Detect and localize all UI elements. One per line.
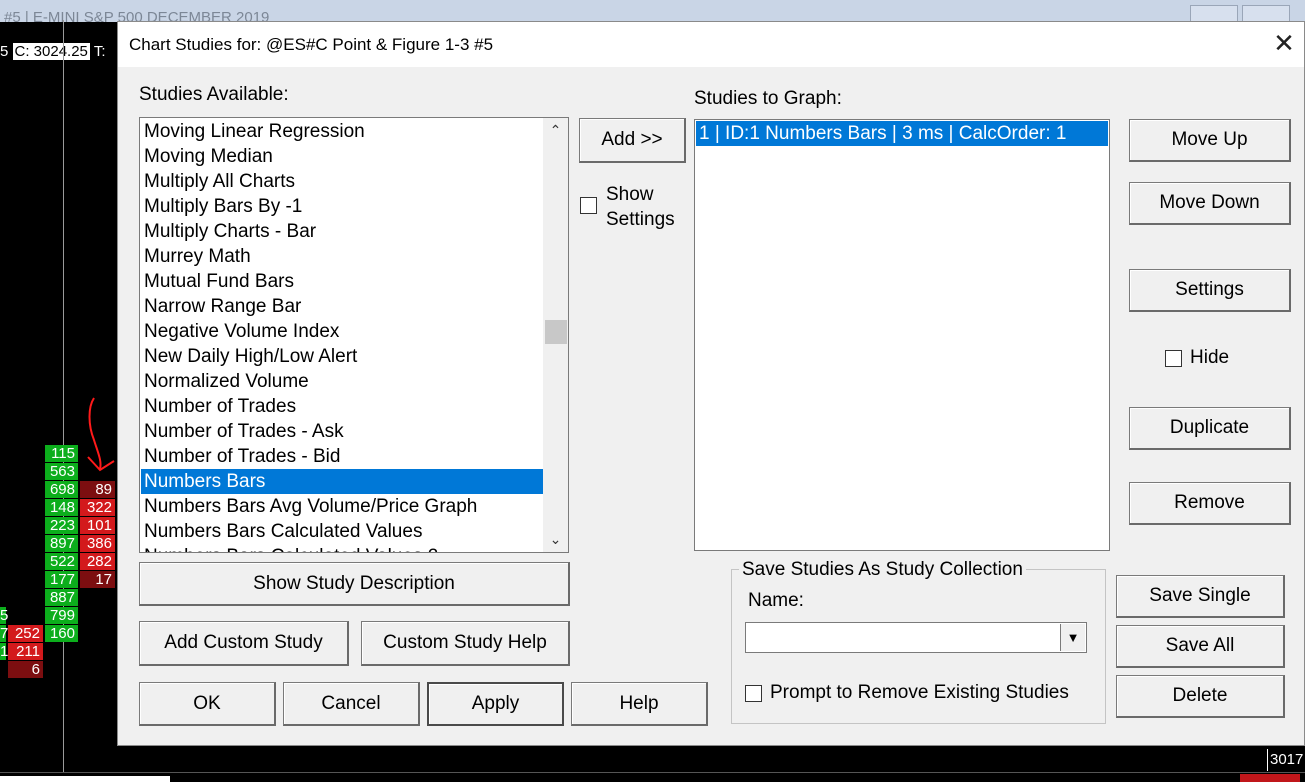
price-axis-label: 3017	[1267, 749, 1305, 771]
studies-to-graph-list[interactable]: 1 | ID:1 Numbers Bars | 3 ms | CalcOrder…	[694, 119, 1110, 551]
numbers-bar-cell: 887	[45, 589, 78, 606]
studies-available-label: Studies Available:	[139, 84, 289, 105]
study-list-item[interactable]: Murrey Math	[141, 244, 544, 269]
numbers-bar-cell: 1	[0, 643, 9, 660]
study-list-item[interactable]: Multiply Charts - Bar	[141, 219, 544, 244]
show-study-description-button[interactable]: Show Study Description	[139, 562, 570, 606]
graph-list-item[interactable]: 1 | ID:1 Numbers Bars | 3 ms | CalcOrder…	[696, 121, 1108, 146]
dialog-titlebar: Chart Studies for: @ES#C Point & Figure …	[118, 22, 1304, 67]
study-list-item[interactable]: Negative Volume Index	[141, 319, 544, 344]
time-axis-marker	[1240, 774, 1300, 782]
numbers-bar-cell: 698	[45, 481, 78, 498]
numbers-bar-cell: 89	[80, 481, 115, 498]
price-readout: 5 C: 3024.25 T:	[0, 43, 106, 61]
save-group-title: Save Studies As Study Collection	[739, 559, 1026, 581]
study-list-item[interactable]: Narrow Range Bar	[141, 294, 544, 319]
settings-button[interactable]: Settings	[1129, 269, 1291, 312]
show-settings-checkbox[interactable]	[580, 197, 597, 214]
save-all-button[interactable]: Save All	[1116, 625, 1285, 668]
close-icon[interactable]: ✕	[1264, 22, 1304, 67]
chevron-down-icon[interactable]: ▼	[1060, 624, 1085, 651]
duplicate-button[interactable]: Duplicate	[1129, 407, 1291, 450]
study-list-item[interactable]: Normalized Volume	[141, 369, 544, 394]
study-list-item[interactable]: Mutual Fund Bars	[141, 269, 544, 294]
remove-button[interactable]: Remove	[1129, 482, 1291, 525]
study-list-item[interactable]: Numbers Bars	[141, 469, 544, 494]
studies-to-graph-label: Studies to Graph:	[694, 88, 842, 109]
ok-button[interactable]: OK	[139, 682, 276, 726]
numbers-bar-cell: 6	[8, 661, 43, 678]
close-price: C: 3024.25	[12, 43, 90, 60]
minimize-button[interactable]	[1190, 5, 1238, 22]
studies-available-list[interactable]: Moving Linear Regression Moving Median Mul…	[139, 117, 569, 553]
hide-label: Hide	[1190, 347, 1230, 368]
custom-study-help-button[interactable]: Custom Study Help	[361, 621, 570, 666]
move-down-button[interactable]: Move Down	[1129, 182, 1291, 225]
numbers-bar-cell: 386	[80, 535, 115, 552]
study-list-item[interactable]: Multiply All Charts	[141, 169, 544, 194]
show-settings-label-line1: Show	[606, 184, 654, 205]
numbers-bar-cell: 563	[45, 463, 78, 480]
save-single-button[interactable]: Save Single	[1116, 575, 1285, 618]
chart-window-titlebar: #5 | E-MINI S&P 500 DECEMBER 2019	[0, 0, 1305, 22]
move-up-button[interactable]: Move Up	[1129, 119, 1291, 162]
numbers-bar-cell: 282	[80, 553, 115, 570]
numbers-bar-cell: 211	[8, 643, 43, 660]
study-list-item[interactable]: Number of Trades - Bid	[141, 444, 544, 469]
chart-cursor-line	[63, 20, 64, 772]
study-list-item[interactable]: Number of Trades	[141, 394, 544, 419]
study-list-item[interactable]: Numbers Bars Avg Volume/Price Graph	[141, 494, 544, 519]
help-button[interactable]: Help	[571, 682, 708, 726]
study-list-item[interactable]: Numbers Bars Calculated Values	[141, 519, 544, 544]
study-list-item[interactable]: Moving Linear Regression	[141, 119, 544, 144]
numbers-bar-cell: 522	[45, 553, 78, 570]
numbers-bar-cell: 115	[45, 445, 78, 462]
numbers-bar-cell: 252	[8, 625, 43, 642]
scroll-down-icon[interactable]: ⌄	[543, 527, 568, 552]
studies-available-scrollbar[interactable]: ⌃ ⌄	[543, 118, 568, 552]
show-settings-label: Show Settings	[606, 182, 675, 232]
prompt-remove-label: Prompt to Remove Existing Studies	[770, 682, 1069, 703]
numbers-bar-cell: 5	[0, 607, 9, 624]
scroll-thumb[interactable]	[545, 320, 567, 344]
time-axis	[0, 772, 1305, 782]
annotation-arrow-icon	[87, 397, 115, 472]
name-combobox[interactable]: ▼	[745, 622, 1087, 653]
hide-checkbox[interactable]	[1165, 350, 1182, 367]
study-list-item[interactable]: Moving Median	[141, 144, 544, 169]
price-prefix: 5	[0, 43, 9, 60]
numbers-bar-cell: 17	[80, 571, 115, 588]
numbers-bar-cell: 160	[45, 625, 78, 642]
numbers-bar-cell: 897	[45, 535, 78, 552]
name-label: Name:	[748, 590, 804, 611]
numbers-bar-cell: 7	[0, 625, 9, 642]
add-custom-study-button[interactable]: Add Custom Study	[139, 621, 349, 666]
numbers-bar-cell: 148	[45, 499, 78, 516]
maximize-button[interactable]	[1242, 5, 1290, 22]
prompt-remove-checkbox[interactable]	[745, 685, 762, 702]
add-button[interactable]: Add >>	[579, 118, 686, 163]
study-list-item[interactable]: New Daily High/Low Alert	[141, 344, 544, 369]
cancel-button[interactable]: Cancel	[283, 682, 420, 726]
price-suffix: T:	[93, 43, 106, 60]
numbers-bar-cell: 101	[80, 517, 115, 534]
numbers-bar-cell: 322	[80, 499, 115, 516]
show-settings-label-line2: Settings	[606, 209, 675, 230]
numbers-bar-cell: 799	[45, 607, 78, 624]
numbers-bar-cell: 177	[45, 571, 78, 588]
study-list-item[interactable]: Number of Trades - Ask	[141, 419, 544, 444]
numbers-bar-cell: 223	[45, 517, 78, 534]
apply-button[interactable]: Apply	[427, 682, 564, 726]
study-list-item[interactable]: Multiply Bars By -1	[141, 194, 544, 219]
time-axis-highlight	[0, 776, 170, 782]
study-list-item[interactable]: Numbers Bars Calculated Values 2	[141, 544, 544, 552]
dialog-title: Chart Studies for: @ES#C Point & Figure …	[129, 35, 494, 54]
scroll-up-icon[interactable]: ⌃	[543, 118, 568, 143]
chart-studies-dialog: Chart Studies for: @ES#C Point & Figure …	[117, 21, 1305, 746]
delete-button[interactable]: Delete	[1116, 675, 1285, 718]
